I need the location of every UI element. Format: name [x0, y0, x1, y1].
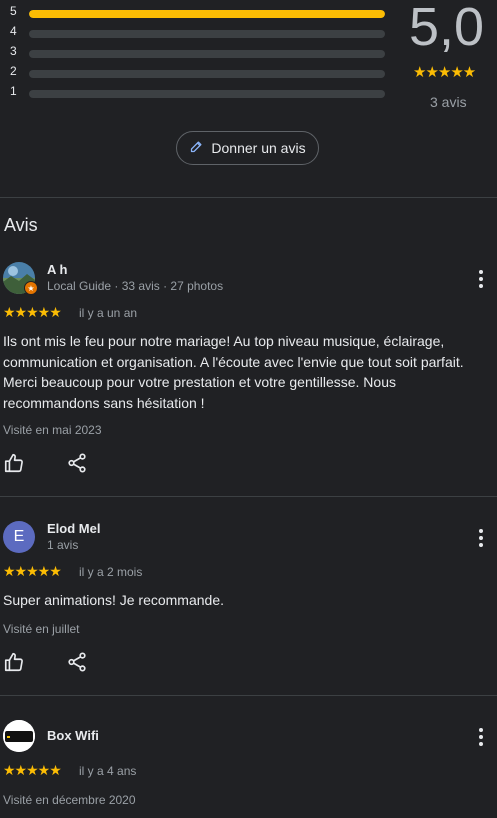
- share-icon[interactable]: [66, 651, 88, 673]
- review-author-meta: Local Guide · 33 avis · 27 photos: [47, 279, 224, 293]
- local-guide-badge-icon: ★: [24, 281, 38, 295]
- review-visited: Visité en décembre 2020: [3, 793, 136, 807]
- rating-bar-label: 5: [10, 4, 17, 18]
- reviews-section-title: Avis: [4, 215, 38, 235]
- rating-bar-4[interactable]: 4: [10, 23, 390, 43]
- write-review-button[interactable]: Donner un avis: [176, 131, 319, 165]
- rating-summary: 5 4 3 2 1 5,0 ★★★★★ 3 avis Donner un avi…: [0, 0, 497, 198]
- review-count[interactable]: 3 avis: [430, 94, 467, 110]
- review-author[interactable]: Elod Mel: [47, 521, 100, 536]
- review-stars: ★★★★★: [3, 762, 62, 778]
- more-options-icon[interactable]: [474, 528, 488, 548]
- divider: [0, 197, 497, 198]
- review-date: il y a 2 mois: [79, 565, 143, 579]
- rating-bar-label: 2: [10, 64, 17, 78]
- review-text: Super animations! Je recommande.: [3, 592, 224, 608]
- review-stars: ★★★★★: [3, 563, 62, 579]
- rating-bar-3[interactable]: 3: [10, 43, 390, 63]
- like-icon[interactable]: [3, 452, 25, 474]
- share-icon[interactable]: [66, 452, 88, 474]
- more-options-icon[interactable]: [474, 727, 488, 747]
- review-visited: Visité en juillet: [3, 622, 80, 636]
- like-icon[interactable]: [3, 651, 25, 673]
- rating-bar-track: [29, 50, 385, 58]
- review-author[interactable]: A h: [47, 262, 67, 277]
- review-author[interactable]: Box Wifi: [47, 728, 99, 743]
- write-review-label: Donner un avis: [211, 140, 306, 156]
- avatar[interactable]: E: [3, 521, 35, 553]
- more-options-icon[interactable]: [474, 269, 488, 289]
- review-stars: ★★★★★: [3, 304, 62, 320]
- rating-bar-fill: [29, 10, 385, 18]
- rating-bar-label: 1: [10, 84, 17, 98]
- review-author-meta: 1 avis: [47, 538, 79, 552]
- rating-bar-track: [29, 90, 385, 98]
- rating-bar-1[interactable]: 1: [10, 83, 390, 103]
- review-text: Ils ont mis le feu pour notre mariage! A…: [3, 333, 464, 411]
- pencil-icon: [189, 139, 204, 157]
- rating-bar-5[interactable]: 5: [10, 3, 390, 23]
- rating-bar-track: [29, 30, 385, 38]
- review-visited: Visité en mai 2023: [3, 423, 102, 437]
- average-score: 5,0: [409, 0, 485, 57]
- rating-bar-track: [29, 10, 385, 18]
- rating-bar-track: [29, 70, 385, 78]
- rating-bar-label: 3: [10, 44, 17, 58]
- review-date: il y a 4 ans: [79, 764, 137, 778]
- average-stars: ★★★★★: [413, 64, 476, 81]
- avatar[interactable]: [3, 720, 35, 752]
- divider: [0, 695, 497, 696]
- rating-bar-2[interactable]: 2: [10, 63, 390, 83]
- rating-bar-label: 4: [10, 24, 17, 38]
- divider: [0, 496, 497, 497]
- review-date: il y a un an: [79, 306, 138, 320]
